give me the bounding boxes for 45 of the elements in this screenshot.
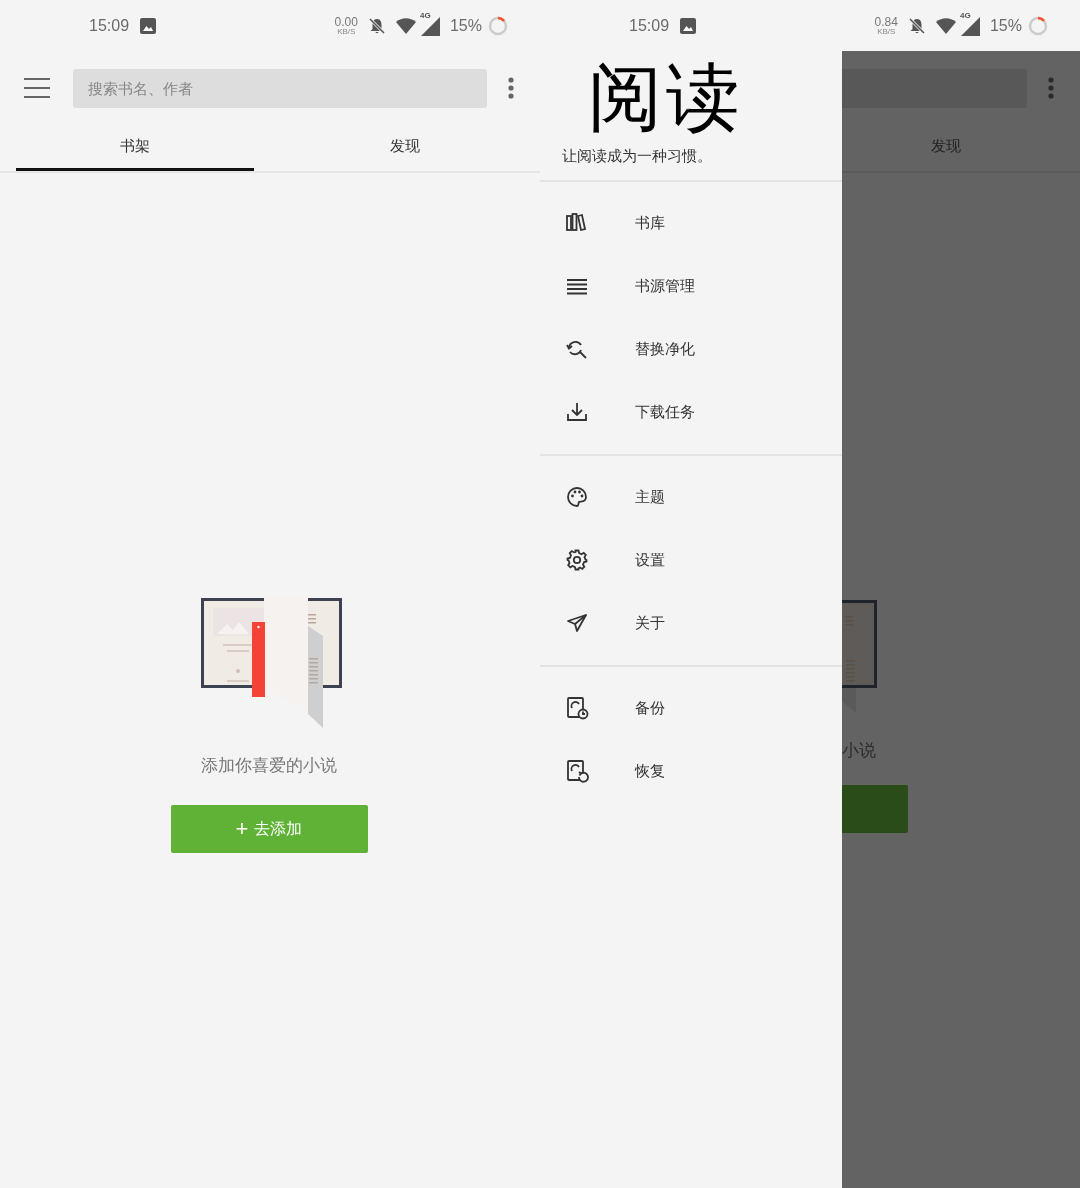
empty-message: 小说 — [842, 742, 877, 759]
wifi-icon — [395, 17, 416, 34]
drawer-item[interactable]: 备份 — [540, 676, 842, 740]
bell-off-icon — [907, 16, 926, 35]
battery-percent: 15% — [989, 15, 1022, 36]
wifi-icon — [935, 17, 956, 34]
app-title: 阅读 — [587, 56, 745, 135]
download-icon — [565, 400, 589, 424]
drawer-item[interactable]: 书库 — [540, 191, 842, 255]
image-icon — [680, 17, 697, 34]
network-type: 4G — [959, 11, 971, 20]
battery-ring-icon — [488, 15, 508, 36]
tab[interactable]: 发现 — [286, 125, 524, 171]
drawer-item[interactable]: 关于 — [540, 591, 842, 655]
clock-document-icon — [565, 696, 589, 720]
drawer-item[interactable]: 替换净化 — [540, 317, 842, 381]
network-type: 4G — [419, 11, 431, 20]
signal-icon — [959, 15, 980, 36]
bell-off-icon — [367, 16, 386, 35]
more-icon — [1048, 77, 1054, 99]
tab[interactable]: 书架 — [16, 125, 254, 171]
drawer-item[interactable]: 主题 — [540, 465, 842, 529]
speed-unit: KB/S — [337, 27, 356, 36]
app-tagline: 让阅读成为一种习惯。 — [561, 146, 713, 166]
drawer-item[interactable]: 书源管理 — [540, 254, 842, 318]
restore-document-icon — [565, 759, 589, 783]
paper-plane-icon — [565, 611, 589, 635]
drawer-item[interactable]: 恢复 — [540, 739, 842, 803]
image-icon — [140, 17, 157, 34]
drawer-item[interactable]: 设置 — [540, 528, 842, 592]
settings-icon — [565, 548, 589, 572]
palette-icon — [565, 485, 589, 509]
battery-percent: 15% — [449, 15, 482, 36]
search-field[interactable]: 搜索书名、作者 — [73, 68, 487, 108]
empty-message: 添加你喜爱的小说 — [201, 755, 337, 777]
clock-time: 15:09 — [89, 15, 130, 36]
speed-unit: KB/S — [877, 27, 896, 36]
signal-icon — [419, 15, 440, 36]
menu-button[interactable] — [24, 78, 50, 98]
clock-time: 15:09 — [629, 15, 670, 36]
more-icon — [508, 77, 514, 99]
drawer-item[interactable]: 下载任务 — [540, 380, 842, 444]
battery-ring-icon — [1028, 15, 1048, 36]
network-speed: 0.84 — [874, 15, 898, 28]
network-speed: 0.00 — [334, 15, 358, 28]
